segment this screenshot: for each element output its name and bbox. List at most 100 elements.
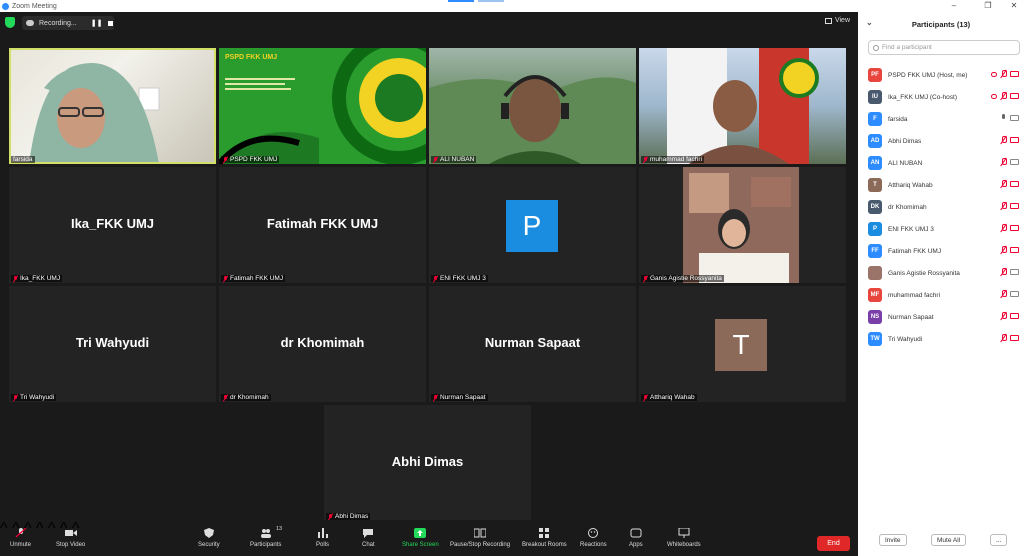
video-tile-ganis[interactable]: Ganis Agistie Rossyanita bbox=[639, 167, 846, 283]
video-on-icon[interactable] bbox=[1010, 269, 1019, 275]
video-tile-abhi[interactable]: Abhi Dimas Abhi Dimas bbox=[324, 405, 531, 521]
video-off-icon[interactable] bbox=[1010, 313, 1019, 319]
stop-recording-icon[interactable] bbox=[108, 20, 114, 26]
participant-row[interactable]: DK dr Khomimah bbox=[858, 196, 1024, 218]
apps-button[interactable]: Apps bbox=[629, 528, 643, 548]
whiteboards-label: Whiteboards bbox=[667, 542, 701, 548]
recording-label: Recording... bbox=[39, 19, 77, 27]
video-tile-eni[interactable]: P ENI FKK UMJ 3 bbox=[429, 167, 636, 283]
video-tile-ika[interactable]: Ika_FKK UMJ Ika_FKK UMJ bbox=[9, 167, 216, 283]
video-tile-farsida[interactable]: farsida bbox=[9, 48, 216, 164]
mic-muted-icon[interactable] bbox=[1001, 158, 1007, 167]
video-on-icon[interactable] bbox=[1010, 115, 1019, 121]
tab-indicator bbox=[448, 0, 474, 2]
recording-indicator: Recording... ❚❚ bbox=[22, 16, 114, 30]
participant-row[interactable]: PF PSPD FKK UMJ (Host, me) bbox=[858, 64, 1024, 86]
close-icon[interactable]: ✕ bbox=[1004, 0, 1024, 12]
participant-avatar: PF bbox=[868, 68, 882, 82]
share-screen-button[interactable]: Share Screen bbox=[402, 528, 439, 548]
share-options-caret-icon[interactable]: ^ bbox=[48, 520, 56, 537]
collapse-chevron-icon[interactable]: ⌄ bbox=[866, 18, 873, 27]
mic-muted-icon[interactable] bbox=[1001, 136, 1007, 145]
video-off-icon[interactable] bbox=[1010, 71, 1019, 77]
video-tile-atthariq[interactable]: T Atthariq Wahab bbox=[639, 286, 846, 402]
security-shield-icon[interactable] bbox=[5, 17, 15, 28]
video-tile-ali-nuban[interactable]: ALI NUBAN bbox=[429, 48, 636, 164]
restore-icon[interactable]: ❐ bbox=[978, 0, 998, 12]
whiteboards-button[interactable]: Whiteboards bbox=[667, 528, 701, 548]
video-tile-pspd[interactable]: PSPD FKK UMJ PSPD FKK UMJ bbox=[219, 48, 426, 164]
pause-stop-recording-button[interactable]: Pause/Stop Recording bbox=[450, 528, 510, 548]
tile-name-label: Fatimah FKK UMJ bbox=[221, 275, 286, 282]
participant-name-display: dr Khomimah bbox=[280, 335, 365, 350]
unmute-button[interactable]: Unmute bbox=[10, 528, 31, 548]
video-tile-khomimah[interactable]: dr Khomimah dr Khomimah bbox=[219, 286, 426, 402]
mic-muted-icon[interactable] bbox=[1001, 180, 1007, 189]
chat-options-caret-icon[interactable]: ^ bbox=[36, 520, 44, 537]
participant-row[interactable]: P ENI FKK UMJ 3 bbox=[858, 218, 1024, 240]
security-button[interactable]: Security bbox=[198, 528, 220, 548]
people-icon bbox=[260, 529, 271, 538]
participant-search-input[interactable]: Find a participant bbox=[868, 40, 1020, 55]
participant-row[interactable]: IU Ika_FKK UMJ (Co-host) bbox=[858, 86, 1024, 108]
participant-row[interactable]: TW Tri Wahyudi bbox=[858, 328, 1024, 350]
video-off-icon[interactable] bbox=[1010, 247, 1019, 253]
video-off-icon[interactable] bbox=[1010, 335, 1019, 341]
minimize-icon[interactable]: – bbox=[944, 0, 964, 12]
participant-row[interactable]: MF muhammad fachri bbox=[858, 284, 1024, 306]
tile-name-label: farsida bbox=[11, 156, 35, 163]
mic-muted-icon[interactable] bbox=[1001, 246, 1007, 255]
video-off-icon[interactable] bbox=[1010, 93, 1019, 99]
smiley-icon bbox=[588, 528, 599, 538]
mute-all-button[interactable]: Mute All bbox=[931, 534, 967, 546]
pause-stop-icon bbox=[474, 528, 487, 538]
mic-on-icon[interactable] bbox=[1001, 114, 1006, 123]
reactions-button[interactable]: Reactions bbox=[580, 528, 607, 548]
mic-muted-icon[interactable] bbox=[1001, 202, 1007, 211]
video-on-icon[interactable] bbox=[1010, 291, 1019, 297]
participant-avatar-photo bbox=[868, 266, 882, 280]
video-off-icon[interactable] bbox=[1010, 203, 1019, 209]
participant-row[interactable]: T Atthariq Wahab bbox=[858, 174, 1024, 196]
video-tile-muhammad-fachri[interactable]: muhammad fachri bbox=[639, 48, 846, 164]
view-button[interactable]: View bbox=[824, 17, 850, 24]
chat-button[interactable]: Chat bbox=[362, 528, 375, 548]
video-off-icon[interactable] bbox=[1010, 137, 1019, 143]
mic-muted-icon[interactable] bbox=[1001, 224, 1007, 233]
audio-options-caret-icon[interactable]: ^ bbox=[0, 520, 8, 537]
mic-muted-icon[interactable] bbox=[1001, 312, 1007, 321]
tile-name-label: ALI NUBAN bbox=[431, 156, 477, 163]
participant-row[interactable]: AD Abhi Dimas bbox=[858, 130, 1024, 152]
pause-recording-icon[interactable]: ❚❚ bbox=[91, 19, 103, 27]
end-meeting-button[interactable]: End bbox=[817, 536, 850, 551]
mic-muted-icon[interactable] bbox=[1001, 92, 1007, 101]
polls-button[interactable]: Polls bbox=[316, 528, 329, 548]
mic-muted-icon bbox=[433, 156, 438, 163]
chat-label: Chat bbox=[362, 542, 375, 548]
mic-muted-icon[interactable] bbox=[1001, 268, 1007, 277]
participant-row[interactable]: AN ALI NUBAN bbox=[858, 152, 1024, 174]
chat-bubble-icon bbox=[363, 529, 374, 538]
breakout-rooms-button[interactable]: Breakout Rooms bbox=[522, 528, 567, 548]
participant-row[interactable]: NS Nurman Sapaat bbox=[858, 306, 1024, 328]
invite-button[interactable]: Invite bbox=[879, 534, 907, 546]
more-options-button[interactable]: ... bbox=[990, 534, 1008, 546]
mic-muted-icon[interactable] bbox=[1001, 290, 1007, 299]
participant-row[interactable]: Ganis Agistie Rossyanita bbox=[858, 262, 1024, 284]
video-tile-fatimah[interactable]: Fatimah FKK UMJ Fatimah FKK UMJ bbox=[219, 167, 426, 283]
mic-muted-icon[interactable] bbox=[1001, 70, 1007, 79]
cloud-record-icon bbox=[26, 20, 34, 26]
reactions-label: Reactions bbox=[580, 542, 607, 548]
shield-icon bbox=[203, 528, 214, 538]
participant-row[interactable]: F farsida bbox=[858, 108, 1024, 130]
video-off-icon[interactable] bbox=[1010, 225, 1019, 231]
video-off-icon[interactable] bbox=[1010, 181, 1019, 187]
participant-name: ENI FKK UMJ 3 bbox=[888, 225, 934, 233]
participant-name: Abhi Dimas bbox=[888, 137, 922, 145]
participant-row[interactable]: FF Fatimah FKK UMJ bbox=[858, 240, 1024, 262]
video-on-icon[interactable] bbox=[1010, 159, 1019, 165]
video-tile-nurman[interactable]: Nurman Sapaat Nurman Sapaat bbox=[429, 286, 636, 402]
mic-muted-icon[interactable] bbox=[1001, 334, 1007, 343]
stop-video-button[interactable]: Stop Video bbox=[56, 528, 85, 548]
video-tile-tri[interactable]: Tri Wahyudi Tri Wahyudi bbox=[9, 286, 216, 402]
